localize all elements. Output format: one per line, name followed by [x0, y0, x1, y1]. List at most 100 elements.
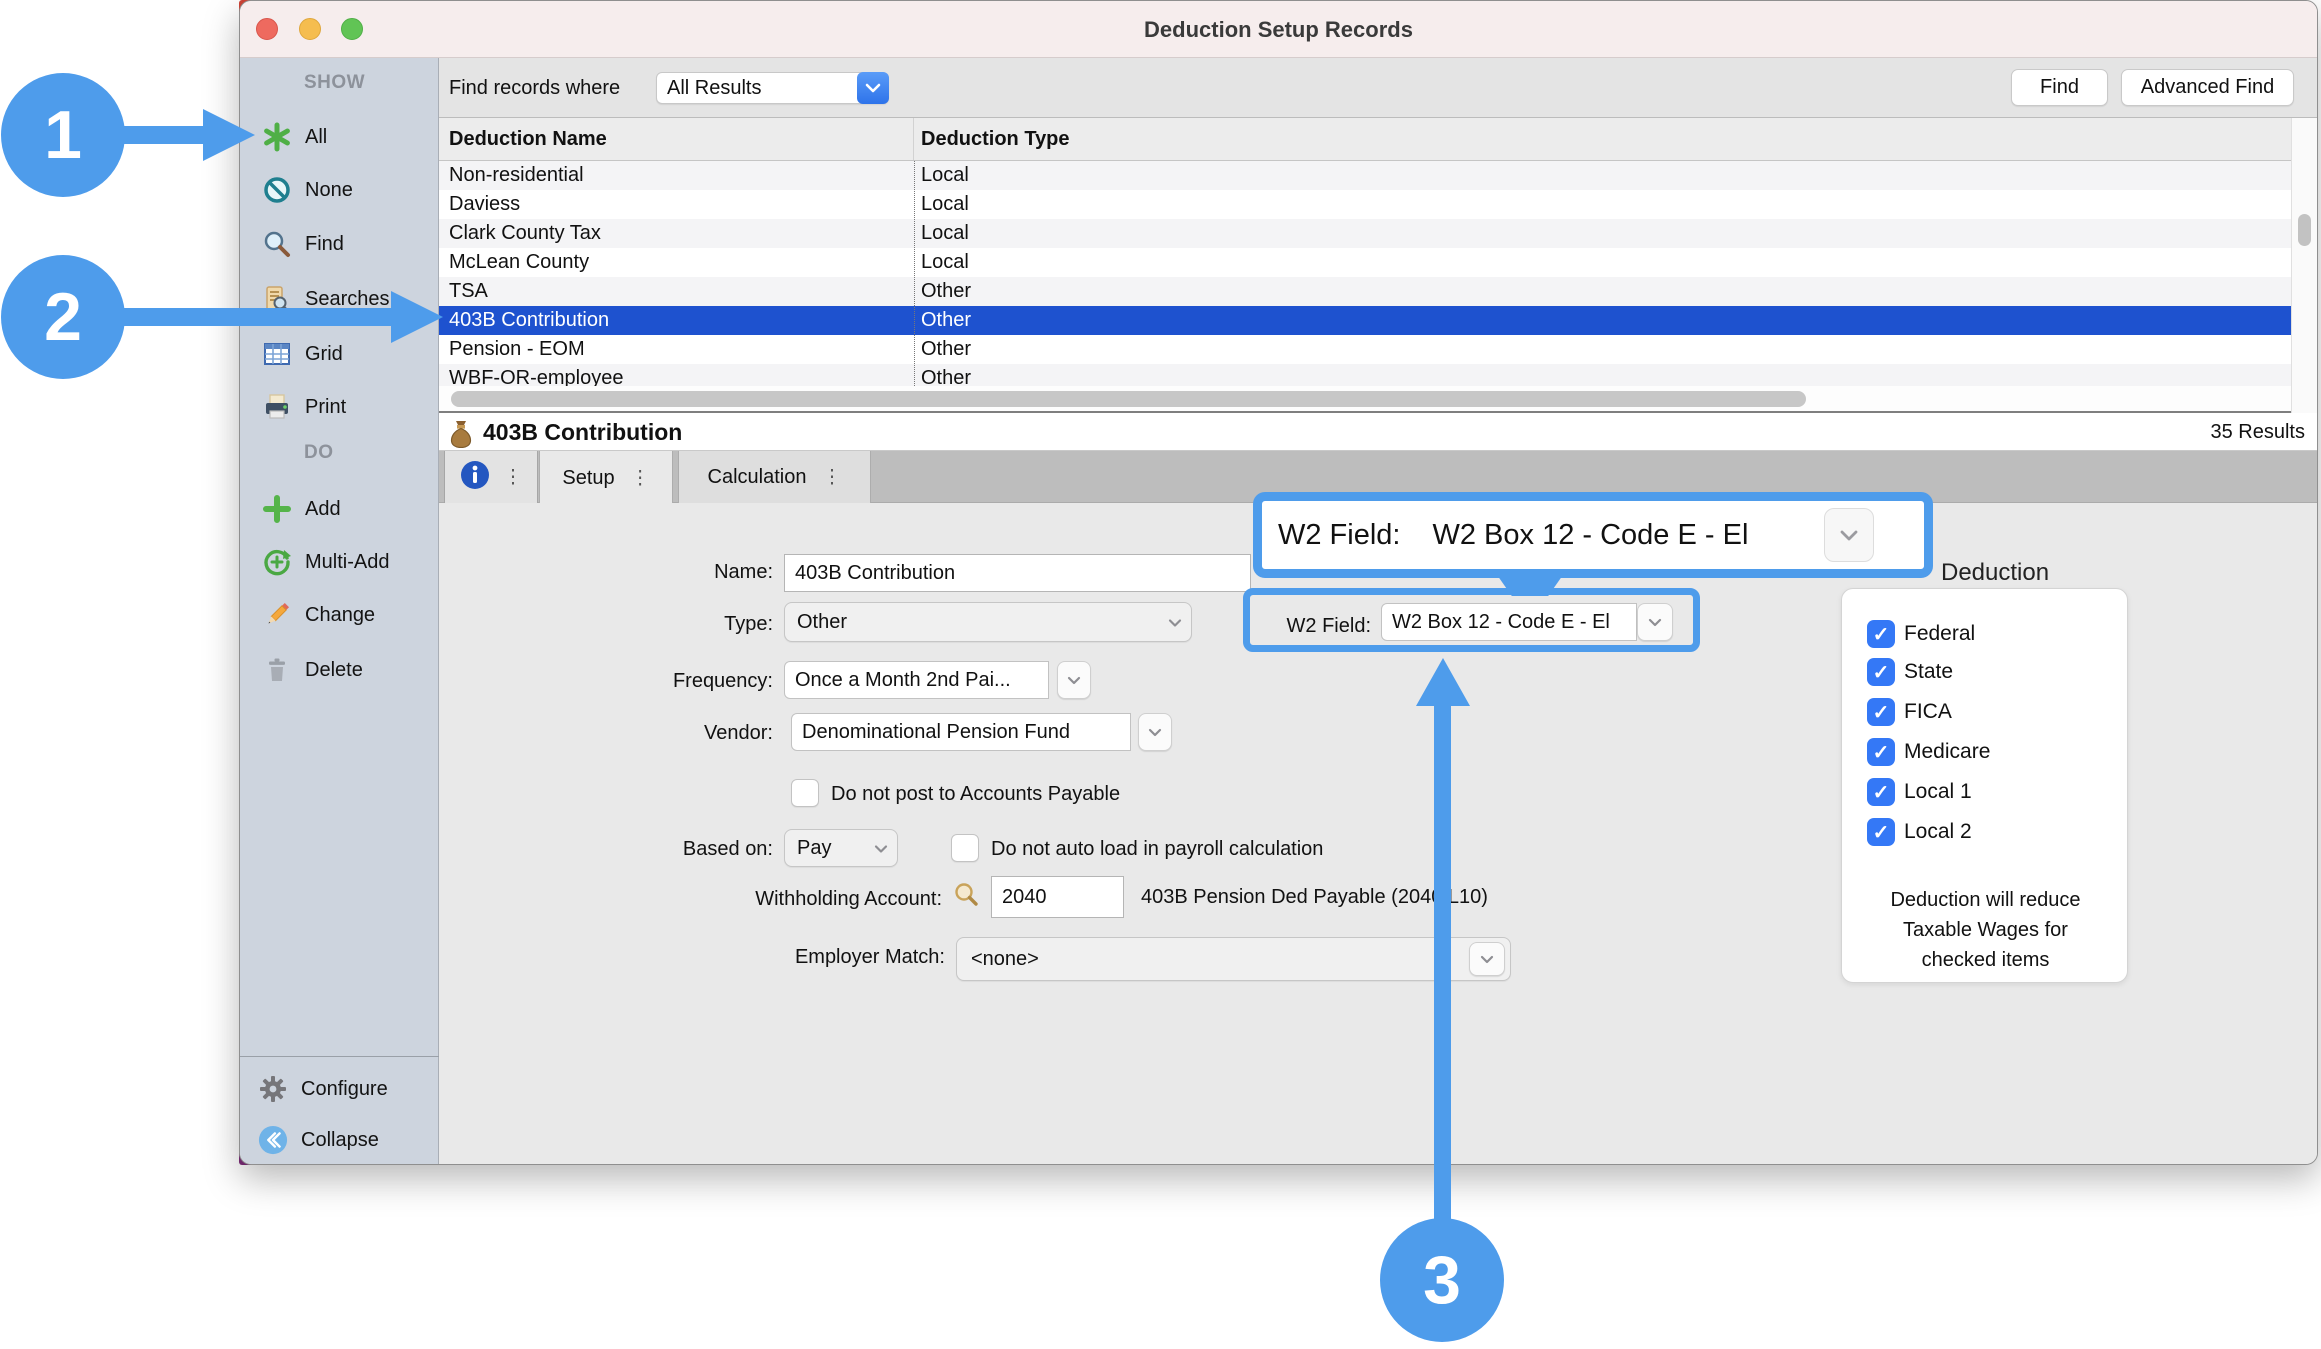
checked-checkbox[interactable]: ✓: [1867, 698, 1895, 726]
sidebar-item-configure[interactable]: Configure: [240, 1074, 439, 1104]
deduction-note-line: checked items: [1842, 945, 2129, 975]
do-not-post-ap-label: Do not post to Accounts Payable: [831, 783, 1120, 806]
deduction-option-state[interactable]: ✓ State: [1867, 658, 1953, 686]
deduction-option-label: State: [1904, 660, 1953, 684]
table-row[interactable]: Pension - EOMOther: [439, 335, 2291, 364]
horizontal-scrollbar-thumb[interactable]: [451, 391, 1806, 407]
type-dropdown[interactable]: Other: [784, 602, 1192, 642]
record-title: 403B Contribution: [483, 413, 682, 451]
chevron-down-icon[interactable]: [857, 72, 889, 104]
table-row[interactable]: McLean CountyLocal: [439, 248, 2291, 277]
column-separator: [914, 161, 915, 386]
name-label: Name:: [439, 561, 773, 584]
based-on-value: Pay: [797, 837, 831, 860]
employer-match-dropdown[interactable]: <none>: [956, 937, 1511, 981]
app-window: Deduction Setup Records SHOW All None Fi…: [239, 0, 2318, 1165]
cell-deduction-name: Pension - EOM: [439, 335, 914, 364]
checked-checkbox[interactable]: ✓: [1867, 658, 1895, 686]
cell-deduction-name: Non-residential: [439, 161, 914, 190]
table-row[interactable]: Clark County TaxLocal: [439, 219, 2291, 248]
frequency-dropdown[interactable]: Once a Month 2nd Pai...: [784, 661, 1049, 699]
sidebar: SHOW All None Find Searches: [240, 58, 439, 1165]
sidebar-item-grid[interactable]: Grid: [240, 339, 439, 369]
plus-icon: [262, 494, 292, 524]
sidebar-item-multi-add[interactable]: Multi-Add: [240, 547, 439, 577]
deduction-panel-title: Deduction: [1941, 559, 2049, 587]
deduction-option-local-2[interactable]: ✓Local 2: [1867, 818, 1972, 846]
sidebar-divider: [240, 1056, 439, 1057]
tab-calculation[interactable]: Calculation ⋮: [678, 451, 871, 503]
employer-match-label: Employer Match:: [609, 946, 945, 969]
based-on-dropdown[interactable]: Pay: [784, 829, 898, 867]
sidebar-item-find[interactable]: Find: [240, 229, 439, 259]
column-header-deduction-type[interactable]: Deduction Type: [914, 118, 1070, 160]
advanced-find-button[interactable]: Advanced Find: [2121, 69, 2294, 106]
frequency-value: Once a Month 2nd Pai...: [795, 669, 1011, 692]
info-tab-button[interactable]: ⋮: [444, 451, 538, 503]
cell-deduction-name: Daviess: [439, 190, 914, 219]
results-filter-dropdown[interactable]: All Results: [656, 72, 889, 104]
deduction-option-fica[interactable]: ✓FICA: [1867, 698, 1952, 726]
do-not-auto-load-checkbox[interactable]: [951, 834, 979, 862]
tab-options-dots[interactable]: ⋮: [822, 468, 841, 487]
chevron-down-icon: [1067, 676, 1081, 685]
annotation-number: 3: [1423, 1241, 1461, 1319]
printer-icon: [262, 392, 292, 422]
sidebar-item-delete[interactable]: Delete: [240, 655, 439, 685]
deduction-option-medicare[interactable]: ✓Medicare: [1867, 738, 1990, 766]
checked-checkbox[interactable]: ✓: [1867, 778, 1895, 806]
frequency-label: Frequency:: [439, 670, 773, 693]
deduction-note-line: Deduction will reduce: [1842, 885, 2129, 915]
tab-setup[interactable]: Setup ⋮: [539, 451, 673, 506]
annotation-number: 2: [44, 278, 82, 356]
w2-field-magnified-callout: W2 Field: W2 Box 12 - Code E - El: [1253, 492, 1933, 578]
do-not-post-ap-checkbox[interactable]: [791, 779, 819, 807]
name-field[interactable]: 403B Contribution: [784, 554, 1251, 592]
deduction-option-federal[interactable]: ✓Federal: [1867, 620, 1975, 648]
frequency-chevron-button[interactable]: [1057, 661, 1091, 699]
sidebar-show-label: SHOW: [304, 72, 365, 94]
checked-checkbox[interactable]: ✓: [1867, 620, 1895, 648]
withholding-account-field[interactable]: 2040: [991, 876, 1124, 918]
cell-deduction-type: Other: [914, 277, 971, 306]
magnifier-icon: [262, 229, 292, 259]
horizontal-scrollbar: [439, 386, 2291, 413]
employer-match-chevron-button[interactable]: [1469, 942, 1505, 976]
vendor-dropdown[interactable]: Denominational Pension Fund: [791, 713, 1131, 751]
annotation-arrow-1-shaft: [122, 126, 204, 144]
account-lookup-magnifier-icon[interactable]: [952, 881, 980, 914]
find-button[interactable]: Find: [2011, 69, 2108, 106]
sidebar-item-add[interactable]: Add: [240, 494, 439, 524]
annotation-arrow-2-head: [391, 291, 443, 343]
sidebar-item-label: Find: [305, 233, 344, 256]
table-row[interactable]: TSAOther: [439, 277, 2291, 306]
tab-options-dots[interactable]: ⋮: [504, 468, 523, 487]
deduction-option-local-1[interactable]: ✓Local 1: [1867, 778, 1972, 806]
collapse-icon: [258, 1125, 288, 1155]
checked-checkbox[interactable]: ✓: [1867, 738, 1895, 766]
info-icon: [460, 460, 490, 495]
sidebar-item-all[interactable]: All: [240, 122, 439, 152]
employer-match-value: <none>: [971, 948, 1039, 971]
sidebar-item-collapse[interactable]: Collapse: [240, 1125, 439, 1155]
sidebar-item-print[interactable]: Print: [240, 392, 439, 422]
sidebar-item-label: Collapse: [301, 1129, 379, 1152]
checked-checkbox[interactable]: ✓: [1867, 818, 1895, 846]
table-row[interactable]: DaviessLocal: [439, 190, 2291, 219]
none-icon: [262, 175, 292, 205]
table-row[interactable]: Non-residentialLocal: [439, 161, 2291, 190]
cell-deduction-name: 403B Contribution: [439, 306, 914, 335]
record-header: 403B Contribution 35 Results: [439, 413, 2318, 451]
sidebar-item-none[interactable]: None: [240, 175, 439, 205]
column-header-deduction-name[interactable]: Deduction Name: [439, 118, 914, 160]
name-value: 403B Contribution: [795, 562, 955, 585]
callout-w2-value: W2 Box 12 - Code E - El: [1432, 519, 1822, 552]
annotation-number: 1: [44, 96, 82, 174]
vendor-label: Vendor:: [439, 722, 773, 745]
sidebar-item-label: All: [305, 126, 327, 149]
vendor-chevron-button[interactable]: [1138, 713, 1172, 751]
table-row-selected[interactable]: 403B ContributionOther: [439, 306, 2291, 335]
tab-options-dots[interactable]: ⋮: [631, 469, 650, 488]
vertical-scrollbar-thumb[interactable]: [2298, 214, 2311, 246]
sidebar-item-change[interactable]: Change: [240, 600, 439, 630]
